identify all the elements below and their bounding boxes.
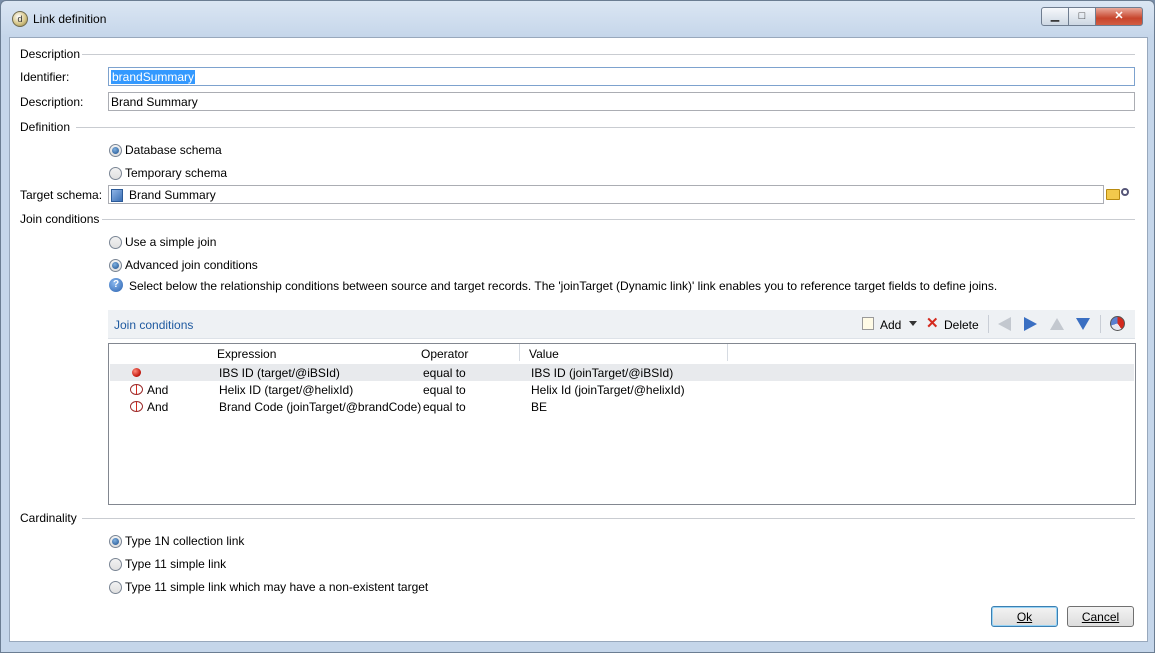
join-conditions-toolbar: Join conditions Add ✕ Delete [108, 310, 1135, 339]
column-header-value[interactable]: Value [529, 347, 559, 361]
operator-cell: equal to [423, 400, 466, 414]
add-button[interactable]: Add [880, 318, 901, 332]
close-button[interactable]: ✕ [1095, 7, 1143, 26]
toolbar-separator [1100, 315, 1101, 333]
move-left-icon[interactable] [998, 317, 1011, 331]
target-schema-label: Target schema: [20, 188, 103, 202]
divider [82, 518, 1135, 519]
database-schema-label[interactable]: Database schema [125, 143, 222, 157]
column-separator [727, 344, 728, 361]
add-dropdown-icon[interactable] [909, 321, 917, 326]
expression-cell: Helix ID (target/@helixId) [219, 383, 354, 397]
advanced-join-label[interactable]: Advanced join conditions [125, 258, 258, 272]
type-1n-label[interactable]: Type 1N collection link [125, 534, 244, 548]
temporary-schema-radio[interactable] [109, 167, 122, 180]
move-down-icon[interactable] [1076, 318, 1090, 330]
temporary-schema-label[interactable]: Temporary schema [125, 166, 227, 180]
maximize-button[interactable]: □ [1068, 7, 1096, 26]
conjunction-cell: And [147, 383, 169, 397]
simple-join-label[interactable]: Use a simple join [125, 235, 216, 249]
column-separator [519, 344, 520, 361]
dialog-window: d Link definition ▁ □ ✕ Description Iden… [0, 0, 1155, 653]
table-row[interactable]: And Brand Code (joinTarget/@brandCode) e… [110, 398, 1134, 415]
move-up-icon[interactable] [1050, 318, 1064, 330]
condition-icon [132, 368, 141, 377]
cancel-button[interactable]: Cancel [1067, 606, 1134, 627]
toolbar-separator [988, 315, 989, 333]
type-11-nonexistent-label[interactable]: Type 11 simple link which may have a non… [125, 580, 428, 594]
operator-cell: equal to [423, 383, 466, 397]
definition-heading: Definition [20, 120, 71, 134]
app-icon: d [12, 11, 28, 27]
conjunction-cell: And [147, 400, 169, 414]
cancel-label: Cancel [1081, 610, 1120, 624]
divider [102, 219, 1135, 220]
and-operator-icon [130, 384, 143, 395]
chart-icon[interactable] [1110, 316, 1125, 331]
join-conditions-heading: Join conditions [20, 212, 100, 226]
title-bar[interactable]: d Link definition ▁ □ ✕ [1, 1, 1154, 37]
column-header-expression[interactable]: Expression [217, 347, 276, 361]
column-header-operator[interactable]: Operator [421, 347, 468, 361]
help-icon: ? [109, 278, 123, 292]
and-operator-icon [130, 401, 143, 412]
type-11-label[interactable]: Type 11 simple link [125, 557, 226, 571]
operator-cell: equal to [423, 366, 466, 380]
value-cell: IBS ID (joinTarget/@iBSId) [531, 366, 674, 380]
help-text: Select below the relationship conditions… [129, 279, 998, 293]
divider [82, 54, 1135, 55]
identifier-value: brandSummary [111, 70, 196, 84]
join-conditions-grid: Expression Operator Value IBS ID (target… [108, 343, 1136, 505]
expression-cell: IBS ID (target/@iBSId) [219, 366, 340, 380]
table-row[interactable]: IBS ID (target/@iBSId) equal to IBS ID (… [110, 364, 1134, 381]
ok-button[interactable]: Ok [991, 606, 1058, 627]
identifier-field[interactable]: brandSummary [108, 67, 1135, 86]
delete-icon[interactable]: ✕ [926, 314, 939, 332]
database-schema-radio[interactable] [109, 144, 122, 157]
identifier-label: Identifier: [20, 70, 70, 84]
description-field[interactable]: Brand Summary [108, 92, 1135, 111]
schema-icon [111, 189, 123, 202]
toolbar-title: Join conditions [114, 318, 194, 332]
description-heading: Description [20, 47, 81, 61]
value-cell: Helix Id (joinTarget/@helixId) [531, 383, 685, 397]
move-right-icon[interactable] [1024, 317, 1037, 331]
advanced-join-radio[interactable] [109, 259, 122, 272]
delete-button[interactable]: Delete [944, 318, 979, 332]
value-cell: BE [531, 400, 548, 414]
expression-cell: Brand Code (joinTarget/@brandCode) [219, 400, 422, 414]
divider [76, 127, 1135, 128]
target-schema-field[interactable]: Brand Summary [108, 185, 1104, 204]
type-11-nonexistent-radio[interactable] [109, 581, 122, 594]
dialog-content: Description Identifier: brandSummary Des… [9, 37, 1148, 642]
ok-label: Ok [1016, 610, 1033, 624]
simple-join-radio[interactable] [109, 236, 122, 249]
type-1n-radio[interactable] [109, 535, 122, 548]
description-label: Description: [20, 95, 84, 109]
folder-icon[interactable] [1106, 189, 1120, 200]
table-row[interactable]: And Helix ID (target/@helixId) equal to … [110, 381, 1134, 398]
add-icon[interactable] [862, 317, 874, 330]
window-title: Link definition [33, 12, 107, 26]
minimize-button[interactable]: ▁ [1041, 7, 1069, 26]
magnifier-icon[interactable] [1121, 188, 1129, 196]
target-schema-value: Brand Summary [129, 188, 216, 202]
type-11-radio[interactable] [109, 558, 122, 571]
cardinality-heading: Cardinality [20, 511, 77, 525]
